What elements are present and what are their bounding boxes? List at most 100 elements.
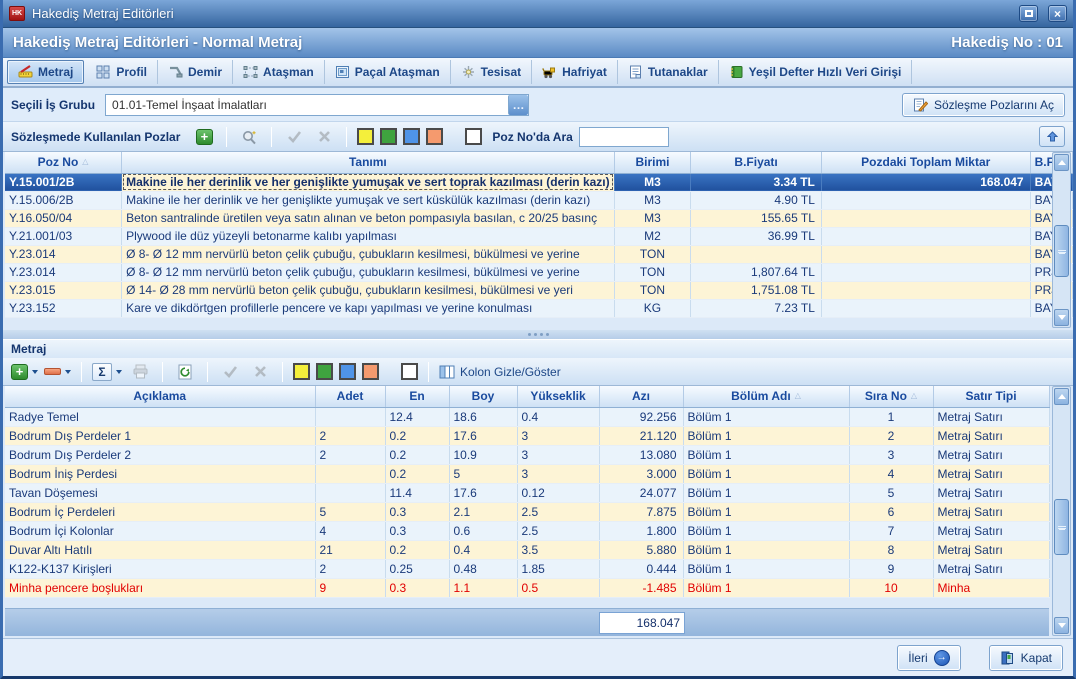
cell-boy[interactable]: 0.6 (449, 521, 517, 540)
cell-toplam[interactable] (821, 191, 1030, 209)
open-contract-positions-button[interactable]: Sözleşme Pozlarını Aç (902, 93, 1065, 117)
cell-aciklama[interactable]: Duvar Altı Hatılı (5, 540, 315, 559)
cell-en[interactable]: 0.3 (385, 521, 449, 540)
column-header-birim[interactable]: Birimi (614, 152, 691, 173)
cell-adet[interactable]: 4 (315, 521, 385, 540)
cell-sira[interactable]: 1 (849, 407, 933, 426)
column-header-bolum[interactable]: Bölüm Adı△ (683, 386, 849, 407)
cell-toplam[interactable] (821, 245, 1030, 263)
maximize-button[interactable] (1019, 5, 1038, 22)
table-row[interactable]: Y.15.006/2BMakine ile her derinlik ve he… (5, 191, 1073, 209)
confirm-button[interactable] (218, 361, 242, 383)
cell-tip[interactable]: Metraj Satırı (933, 426, 1049, 445)
refresh-button[interactable] (173, 361, 197, 383)
cell-azi[interactable]: 24.077 (599, 483, 683, 502)
cell-yukseklik[interactable]: 2.5 (517, 502, 599, 521)
cell-adet[interactable]: 2 (315, 426, 385, 445)
column-header-en[interactable]: En (385, 386, 449, 407)
toggle-columns-button[interactable]: Kolon Gizle/Göster (439, 361, 561, 383)
cell-bolum[interactable]: Bölüm 1 (683, 578, 849, 597)
column-header-aciklama[interactable]: Açıklama (5, 386, 315, 407)
scroll-up-button[interactable] (1054, 388, 1069, 405)
cell-birim[interactable]: TON (614, 281, 691, 299)
confirm-button[interactable] (282, 126, 306, 148)
cell-tip[interactable]: Metraj Satırı (933, 540, 1049, 559)
cell-birim[interactable]: KG (614, 299, 691, 317)
color-swatch-white[interactable] (465, 128, 482, 145)
tab-tesisat[interactable]: Tesisat (451, 60, 532, 84)
color-swatch-orange[interactable] (426, 128, 443, 145)
cell-sira[interactable]: 3 (849, 445, 933, 464)
cell-aciklama[interactable]: Tavan Döşemesi (5, 483, 315, 502)
cell-tanim[interactable]: Plywood ile düz yüzeyli betonarme kalıbı… (122, 227, 615, 245)
cell-sira[interactable]: 10 (849, 578, 933, 597)
search-poz-button[interactable] (237, 126, 261, 148)
splitter-handle[interactable] (3, 330, 1073, 339)
color-swatch-yellow[interactable] (357, 128, 374, 145)
table-row[interactable]: Y.23.014Ø 8- Ø 12 mm nervürlü beton çeli… (5, 263, 1073, 281)
cell-tip[interactable]: Minha (933, 578, 1049, 597)
cell-yukseklik[interactable]: 1.85 (517, 559, 599, 578)
cell-azi[interactable]: 7.875 (599, 502, 683, 521)
table-row[interactable]: Tavan Döşemesi11.417.60.1224.077Bölüm 15… (5, 483, 1049, 502)
collapse-up-button[interactable] (1039, 126, 1065, 147)
is-grubu-combo[interactable]: 01.01-Temel İnşaat İmalatları … (105, 94, 529, 116)
cell-adet[interactable]: 5 (315, 502, 385, 521)
cell-tanim[interactable]: Ø 8- Ø 12 mm nervürlü beton çelik çubuğu… (122, 245, 615, 263)
cell-sira[interactable]: 2 (849, 426, 933, 445)
cell-tanim[interactable]: Beton santralinde üretilen veya satın al… (122, 209, 615, 227)
cancel-button[interactable] (248, 361, 272, 383)
cell-adet[interactable]: 9 (315, 578, 385, 597)
add-poz-button[interactable]: + (192, 126, 216, 148)
tab-yesil-defter[interactable]: Yeşil Defter Hızlı Veri Girişi (719, 60, 913, 84)
cell-tanim[interactable]: Ø 8- Ø 12 mm nervürlü beton çelik çubuğu… (122, 263, 615, 281)
tab-metraj[interactable]: Metraj (7, 60, 84, 84)
cell-tip[interactable]: Metraj Satırı (933, 502, 1049, 521)
cell-boy[interactable]: 17.6 (449, 483, 517, 502)
cell-bolum[interactable]: Bölüm 1 (683, 464, 849, 483)
cell-adet[interactable]: 2 (315, 445, 385, 464)
metraj-scrollbar[interactable] (1052, 386, 1071, 636)
cell-yukseklik[interactable]: 3 (517, 426, 599, 445)
cell-azi[interactable]: 92.256 (599, 407, 683, 426)
pozlar-scrollbar[interactable] (1052, 152, 1071, 328)
cell-poz_no[interactable]: Y.23.015 (5, 281, 122, 299)
cell-aciklama[interactable]: Bodrum Dış Perdeler 2 (5, 445, 315, 464)
cell-poz_no[interactable]: Y.23.152 (5, 299, 122, 317)
cell-toplam[interactable]: 168.047 (821, 173, 1030, 191)
cell-tanim[interactable]: Ø 14- Ø 28 mm nervürlü beton çelik çubuğ… (122, 281, 615, 299)
cell-aciklama[interactable]: K122-K137 Kirişleri (5, 559, 315, 578)
cell-yukseklik[interactable]: 2.5 (517, 521, 599, 540)
color-swatch-blue[interactable] (339, 363, 356, 380)
column-header-tanim[interactable]: Tanımı (122, 152, 615, 173)
table-row[interactable]: Duvar Altı Hatılı210.20.43.55.880Bölüm 1… (5, 540, 1049, 559)
cell-tip[interactable]: Metraj Satırı (933, 464, 1049, 483)
cell-sira[interactable]: 6 (849, 502, 933, 521)
cell-sira[interactable]: 8 (849, 540, 933, 559)
table-row[interactable]: Bodrum İç Perdeleri50.32.12.57.875Bölüm … (5, 502, 1049, 521)
cell-aciklama[interactable]: Minha pencere boşlukları (5, 578, 315, 597)
ileri-button[interactable]: İleri → (897, 645, 960, 671)
kapat-button[interactable]: Kapat (989, 645, 1063, 671)
column-header-azi[interactable]: Azı (599, 386, 683, 407)
table-row[interactable]: Y.23.015Ø 14- Ø 28 mm nervürlü beton çel… (5, 281, 1073, 299)
tab-profil[interactable]: Profil (86, 60, 158, 84)
cell-en[interactable]: 0.2 (385, 540, 449, 559)
table-row[interactable]: Minha pencere boşlukları90.31.10.5-1.485… (5, 578, 1049, 597)
cell-sira[interactable]: 7 (849, 521, 933, 540)
cell-tip[interactable]: Metraj Satırı (933, 521, 1049, 540)
cell-fiyat[interactable]: 1,751.08 TL (691, 281, 822, 299)
column-header-toplam[interactable]: Pozdaki Toplam Miktar (821, 152, 1030, 173)
cell-azi[interactable]: 13.080 (599, 445, 683, 464)
cell-boy[interactable]: 5 (449, 464, 517, 483)
scroll-thumb[interactable] (1054, 499, 1069, 555)
table-row[interactable]: Bodrum İniş Perdesi0.2533.000Bölüm 14Met… (5, 464, 1049, 483)
cell-toplam[interactable] (821, 209, 1030, 227)
cell-birim[interactable]: M3 (614, 209, 691, 227)
cell-yukseklik[interactable]: 3.5 (517, 540, 599, 559)
cell-yukseklik[interactable]: 3 (517, 464, 599, 483)
cell-fiyat[interactable]: 7.23 TL (691, 299, 822, 317)
table-row[interactable]: Y.23.014Ø 8- Ø 12 mm nervürlü beton çeli… (5, 245, 1073, 263)
cell-bolum[interactable]: Bölüm 1 (683, 407, 849, 426)
cell-boy[interactable]: 2.1 (449, 502, 517, 521)
